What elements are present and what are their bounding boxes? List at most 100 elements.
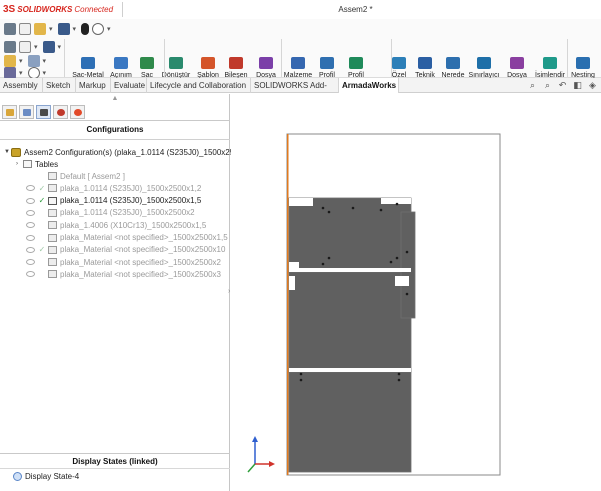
toolbar-separator <box>567 39 568 77</box>
chevron-down-icon[interactable]: ▾ <box>19 69 23 77</box>
hole-marker <box>327 256 331 260</box>
feature-manager-tab[interactable] <box>2 105 17 119</box>
configuration-item[interactable]: plaka_1.4006 (X10Cr13)_1500x2500x1,5 <box>26 219 206 231</box>
property-manager-tab[interactable] <box>19 105 34 119</box>
zoom-to-fit-icon[interactable]: ⌕ <box>527 80 538 91</box>
previous-view-icon[interactable]: ↶ <box>557 80 568 91</box>
configuration-icon <box>48 208 57 217</box>
configuration-item[interactable]: ✓ plaka_Material <not specified>_1500x250… <box>26 244 225 256</box>
configuration-icon <box>40 109 48 116</box>
chevron-down-icon[interactable]: ▾ <box>43 69 47 77</box>
appearance-icon <box>74 109 82 116</box>
profile-list-icon <box>320 57 334 69</box>
view-orientation-icon[interactable]: ◈ <box>587 80 598 91</box>
eye-icon[interactable] <box>26 197 35 204</box>
configuration-item[interactable]: Default [ Assem2 ] <box>26 170 125 182</box>
display-states-title-divider <box>0 468 230 469</box>
nested-part-side-strip[interactable] <box>400 211 416 319</box>
chevron-down-icon[interactable]: ▾ <box>19 57 23 65</box>
chevron-down-icon[interactable]: ▾ <box>73 25 77 33</box>
nesting-button[interactable]: Nesting <box>563 57 601 80</box>
hole-marker <box>351 206 355 210</box>
tab-markup[interactable]: Markup <box>76 78 111 93</box>
chevron-down-icon[interactable]: ▾ <box>58 43 62 51</box>
file-location-icon <box>259 57 273 69</box>
eye-icon[interactable] <box>26 246 35 253</box>
graphics-canvas[interactable] <box>231 94 601 491</box>
open-folder-icon[interactable] <box>34 23 46 35</box>
configuration-icon <box>48 184 57 193</box>
configuration-label: plaka_1.4006 (X10Cr13)_1500x2500x1,5 <box>60 220 207 230</box>
configuration-item[interactable]: ✓ plaka_1.0114 (S235J0)_1500x2500x1,2 <box>26 182 201 194</box>
part-notch <box>289 198 313 206</box>
tab-solidworks-add-ins[interactable]: SOLIDWORKS Add-Ins <box>251 78 339 105</box>
tab-sketch[interactable]: Sketch <box>43 78 76 93</box>
chevron-down-icon[interactable]: ▾ <box>34 43 38 51</box>
eye-icon[interactable] <box>26 271 35 278</box>
checkmark-icon: ✓ <box>38 245 46 255</box>
expand-arrow-icon[interactable]: › <box>16 161 23 167</box>
file-history-icon <box>510 57 524 69</box>
eye-icon[interactable] <box>26 222 35 229</box>
hole-marker <box>299 378 303 382</box>
part-notch <box>395 276 409 286</box>
dimxpert-tab[interactable] <box>53 105 68 119</box>
configuration-item[interactable]: plaka_Material <not specified>_1500x2500… <box>26 232 228 244</box>
tab-armadaworks[interactable]: ArmadaWorks <box>339 78 399 93</box>
tab-assembly[interactable]: Assembly <box>0 78 43 93</box>
home-icon[interactable] <box>4 23 16 35</box>
coordinate-triad <box>247 436 275 473</box>
display-state-item[interactable]: Display State-4 <box>13 470 79 482</box>
z-axis-arrow-icon <box>252 436 258 442</box>
section-view-icon[interactable]: ◧ <box>572 80 583 91</box>
part-notch <box>381 198 411 204</box>
x-axis-arrow-icon <box>269 461 275 467</box>
display-manager-tab[interactable] <box>70 105 85 119</box>
configuration-item[interactable]: plaka_Material <not specified>_1500x2500… <box>26 256 221 268</box>
hole-marker <box>397 378 401 382</box>
configuration-tree-root[interactable]: ▼ Assem2 Configuration(s) (plaka_1.0114 … <box>4 146 247 158</box>
nested-part-3[interactable] <box>288 371 412 473</box>
feature-tree-icon <box>6 109 14 116</box>
eye-icon[interactable] <box>26 185 35 192</box>
panel-tab-divider <box>0 120 230 121</box>
configuration-manager-panel: ▲ Configurations ▼ Assem2 Configuration(… <box>0 94 247 491</box>
save-icon[interactable] <box>57 23 70 35</box>
hole-marker <box>389 260 393 264</box>
panel-title-divider <box>0 139 230 140</box>
new-document-icon[interactable] <box>19 23 31 35</box>
display-state-icon <box>13 471 22 481</box>
gear-icon[interactable] <box>92 23 105 35</box>
nested-part-1[interactable] <box>288 197 412 273</box>
chevron-down-icon[interactable]: ▾ <box>107 25 111 33</box>
home-icon[interactable] <box>4 41 16 53</box>
eye-icon[interactable] <box>26 259 35 266</box>
assembly-icon <box>11 147 21 157</box>
hole-marker <box>405 250 409 254</box>
chevron-down-icon[interactable]: ▾ <box>49 25 53 33</box>
eye-icon[interactable] <box>26 234 35 241</box>
sheet-edge-highlight <box>287 134 289 475</box>
graphics-area[interactable] <box>231 94 601 491</box>
traffic-light-icon[interactable] <box>81 23 90 35</box>
configuration-item[interactable]: plaka_1.0114 (S235J0)_1500x2500x2 <box>26 207 195 219</box>
configuration-item[interactable]: plaka_Material <not specified>_1500x2500… <box>26 268 221 280</box>
hole-marker <box>299 372 303 376</box>
configuration-label: plaka_Material <not specified>_1500x2500… <box>60 245 226 255</box>
save-icon[interactable] <box>42 41 55 53</box>
nested-part-2[interactable] <box>288 271 412 373</box>
zoom-area-icon[interactable]: ⌕ <box>542 80 553 91</box>
panel-collapse-arrow-icon[interactable]: ▲ <box>0 94 230 104</box>
where-used-icon <box>446 57 460 69</box>
configuration-manager-tab[interactable] <box>36 105 51 119</box>
eye-icon[interactable] <box>26 209 35 216</box>
chevron-down-icon[interactable]: ▾ <box>43 57 47 65</box>
tab-evaluate[interactable]: Evaluate <box>111 78 147 93</box>
tables-folder[interactable]: › Tables <box>16 158 58 170</box>
configuration-label: plaka_Material <not specified>_1500x2500… <box>60 233 228 242</box>
configuration-item[interactable]: ✓ plaka_1.0114 (S235J0)_1500x2500x1,5 <box>26 195 201 207</box>
new-document-icon[interactable] <box>19 41 31 53</box>
hole-marker <box>321 262 325 266</box>
collapse-arrow-icon[interactable]: ▼ <box>4 149 11 155</box>
tab-lifecycle-and-collaboration[interactable]: Lifecycle and Collaboration <box>147 78 251 93</box>
